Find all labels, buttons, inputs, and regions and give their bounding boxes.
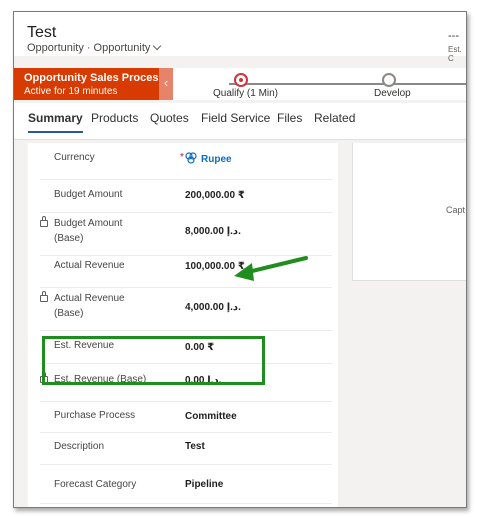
field-label-suffix: (Base) [54, 308, 84, 319]
form-tabs: Summary Products Quotes Field Service Fi… [14, 103, 466, 140]
active-stage-icon[interactable] [234, 73, 248, 87]
field-currency: Currency * Rupee [40, 143, 332, 180]
tab-related[interactable]: Related [314, 111, 355, 125]
stage-connector [229, 83, 466, 85]
currency-value: Rupee [201, 154, 232, 165]
field-purchase-process: Purchase Process Committee [40, 401, 332, 433]
currency-icon [185, 152, 197, 164]
required-indicator: * [180, 152, 184, 163]
field-label: Currency [54, 152, 95, 163]
tab-quotes[interactable]: Quotes [150, 111, 189, 125]
field-label: Budget Amount [54, 218, 123, 229]
field-label-suffix: (Base) [54, 233, 84, 244]
record-subtitle: Opportunity · Opportunity [27, 41, 162, 54]
budget-amount-value[interactable]: 200,000.00 ₹ [185, 190, 245, 201]
inactive-stage-icon[interactable] [382, 73, 396, 87]
currency-lookup[interactable]: Rupee [185, 152, 232, 165]
field-label: Actual Revenue [54, 293, 125, 304]
right-panel-text: Capt [446, 205, 466, 215]
highlight-box [42, 336, 265, 385]
separator: · [86, 42, 91, 54]
lock-icon [40, 216, 48, 227]
field-label: Purchase Process [54, 410, 136, 421]
app-window: Test Opportunity · Opportunity --- Est. C … [13, 11, 467, 508]
tab-field-service[interactable]: Field Service [201, 111, 270, 125]
lock-icon [40, 291, 48, 302]
field-label: Description [54, 441, 105, 452]
tab-summary[interactable]: Summary [28, 111, 83, 133]
stage-qualify-label[interactable]: Qualify (1 Min) [213, 88, 278, 99]
right-panel: Capt [352, 143, 466, 281]
field-forecast-category: Forecast Category Pipeline [40, 464, 332, 504]
field-label: Actual Revenue [54, 260, 125, 271]
field-label: Forecast Category [54, 479, 137, 490]
stage-develop-label[interactable]: Develop [374, 88, 411, 99]
budget-amount-base-value: 8,000.00 د.إ. [185, 226, 241, 237]
entity-name: Opportunity [27, 42, 84, 54]
header-field-value: --- [448, 30, 459, 42]
field-budget-amount: Budget Amount 200,000.00 ₹ [40, 179, 332, 213]
annotation-arrow-icon [234, 256, 308, 281]
previous-stage-button[interactable]: ‹ [159, 68, 173, 100]
tab-products[interactable]: Products [91, 111, 138, 125]
form-name: Opportunity [93, 42, 151, 54]
summary-section: Currency * Rupee Budget Amount 200,000.0… [28, 143, 338, 507]
forecast-category-value[interactable]: Pipeline [185, 479, 223, 490]
field-description: Description Test [40, 432, 332, 465]
purchase-process-value[interactable]: Committee [185, 411, 237, 422]
field-actual-revenue-base: Actual Revenue (Base) 4,000.00 د.إ. [40, 287, 332, 331]
process-duration: Active for 19 minutes [24, 86, 118, 97]
process-name: Opportunity Sales Process [24, 72, 165, 84]
record-title: Test [27, 24, 57, 41]
business-process-flow: Opportunity Sales Process Active for 19 … [14, 68, 466, 100]
header-field-label: Est. C [448, 45, 462, 63]
form-selector[interactable]: Opportunity [93, 41, 162, 54]
description-value[interactable]: Test [185, 441, 205, 452]
actual-revenue-base-value: 4,000.00 د.إ. [185, 302, 241, 313]
record-header: Test Opportunity · Opportunity --- Est. C [14, 12, 466, 63]
field-label: Budget Amount [54, 189, 123, 200]
chevron-down-icon [153, 41, 162, 51]
process-flyout-button[interactable]: Opportunity Sales Process Active for 19 … [14, 68, 165, 100]
tab-files[interactable]: Files [277, 111, 302, 125]
